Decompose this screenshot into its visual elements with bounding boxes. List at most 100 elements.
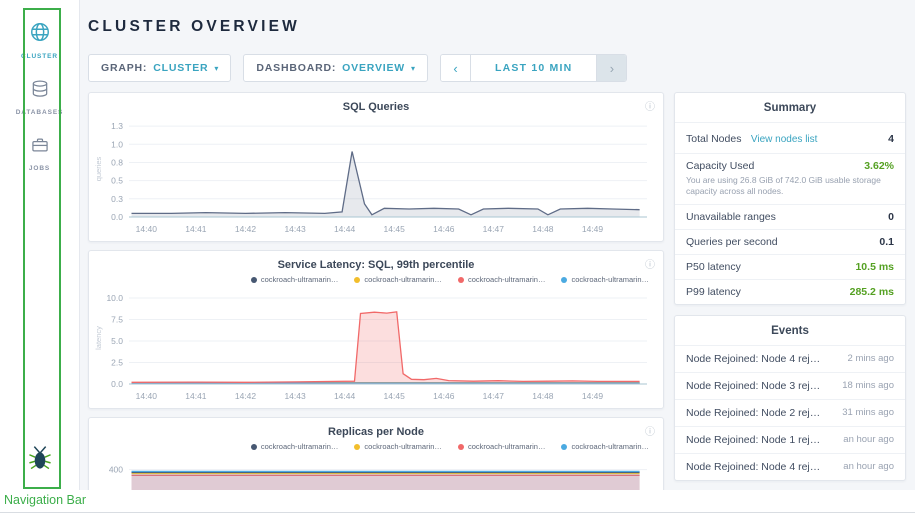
svg-text:14:46: 14:46 — [433, 391, 455, 401]
svg-text:latency: latency — [94, 326, 103, 350]
svg-text:1.3: 1.3 — [111, 121, 123, 131]
svg-text:14:44: 14:44 — [334, 391, 356, 401]
info-icon[interactable]: ⓘ — [645, 98, 655, 113]
chart-legend: cockroach-ultramarin… cockroach-ultramar… — [89, 271, 663, 284]
summary-value: 3.62% — [864, 160, 894, 172]
summary-label: Total Nodes — [686, 133, 741, 145]
svg-text:0.3: 0.3 — [111, 194, 123, 204]
event-text: Node Rejoined: Node 4 rej… — [686, 461, 820, 473]
legend-label: cockroach-ultramarin… — [364, 442, 442, 451]
svg-text:14:49: 14:49 — [582, 224, 604, 234]
event-time: an hour ago — [843, 461, 894, 472]
main-content: CLUSTER OVERVIEW GRAPH: CLUSTER ▾ DASHBO… — [80, 0, 915, 490]
events-title: Events — [675, 316, 905, 346]
legend-dot — [561, 277, 567, 283]
svg-text:0.0: 0.0 — [111, 379, 123, 389]
legend-dot — [354, 444, 360, 450]
events-panel: Events Node Rejoined: Node 4 rej… 2 mins… — [674, 315, 906, 481]
graph-dropdown-label: GRAPH: — [101, 62, 147, 74]
sidebar-item-databases[interactable]: DATABASES — [0, 70, 79, 126]
chart-title: Replicas per Node — [89, 418, 663, 438]
svg-text:14:40: 14:40 — [136, 391, 158, 401]
legend-label: cockroach-ultramarin… — [364, 275, 442, 284]
summary-row-p50-latency: P50 latency 10.5 ms — [675, 255, 905, 280]
event-time: 31 mins ago — [842, 407, 894, 418]
summary-label: Capacity Used — [686, 160, 754, 172]
sql-queries-chart: 0.00.30.50.81.01.314:4014:4114:4214:4314… — [93, 115, 659, 237]
legend-label: cockroach-ultramarin… — [571, 275, 649, 284]
summary-title: Summary — [675, 93, 905, 123]
legend-item[interactable]: cockroach-ultramarin… — [561, 275, 649, 284]
svg-text:14:43: 14:43 — [284, 391, 306, 401]
event-time: an hour ago — [843, 434, 894, 445]
legend-dot — [458, 444, 464, 450]
summary-value: 4 — [888, 133, 894, 145]
svg-text:14:44: 14:44 — [334, 224, 356, 234]
svg-text:14:47: 14:47 — [483, 391, 505, 401]
right-column: Summary Total Nodes View nodes list 4 Ca… — [674, 92, 906, 481]
legend-dot — [458, 277, 464, 283]
time-range-next-button[interactable]: › — [596, 55, 626, 81]
graph-dropdown[interactable]: GRAPH: CLUSTER ▾ — [88, 54, 231, 82]
svg-text:queries: queries — [94, 156, 103, 181]
legend-label: cockroach-ultramarin… — [468, 275, 546, 284]
legend-item[interactable]: cockroach-ultramarin… — [251, 275, 339, 284]
svg-text:14:42: 14:42 — [235, 224, 257, 234]
svg-text:5.0: 5.0 — [111, 336, 123, 346]
legend-item[interactable]: cockroach-ultramarin… — [561, 442, 649, 451]
legend-label: cockroach-ultramarin… — [468, 442, 546, 451]
sidebar-item-jobs[interactable]: JOBS — [0, 126, 79, 182]
cluster-globe-icon — [29, 21, 51, 48]
dashboard-dropdown-value: OVERVIEW — [342, 62, 405, 74]
svg-text:14:43: 14:43 — [284, 224, 306, 234]
svg-text:14:45: 14:45 — [384, 224, 406, 234]
view-nodes-list-link[interactable]: View nodes list — [751, 134, 818, 145]
legend-label: cockroach-ultramarin… — [261, 442, 339, 451]
svg-text:14:49: 14:49 — [582, 391, 604, 401]
event-row: Node Rejoined: Node 4 rej… 2 mins ago — [675, 346, 905, 373]
summary-label: Queries per second — [686, 236, 778, 248]
time-range-prev-button[interactable]: ‹ — [441, 55, 471, 81]
event-time: 18 mins ago — [842, 380, 894, 391]
legend-label: cockroach-ultramarin… — [571, 442, 649, 451]
legend-item[interactable]: cockroach-ultramarin… — [251, 442, 339, 451]
chart-card-sql-queries: SQL Queries ⓘ 0.00.30.50.81.01.314:4014:… — [88, 92, 664, 242]
legend-item[interactable]: cockroach-ultramarin… — [458, 275, 546, 284]
chart-legend: cockroach-ultramarin… cockroach-ultramar… — [89, 438, 663, 451]
summary-row-p99-latency: P99 latency 285.2 ms — [675, 280, 905, 304]
svg-text:10.0: 10.0 — [106, 293, 123, 303]
info-icon[interactable]: ⓘ — [645, 423, 655, 438]
svg-text:400: 400 — [109, 465, 123, 475]
summary-label: Unavailable ranges — [686, 211, 776, 223]
dashboard-dropdown-label: DASHBOARD: — [256, 62, 336, 74]
legend-label: cockroach-ultramarin… — [261, 275, 339, 284]
cockroachdb-logo[interactable] — [27, 445, 53, 476]
service-latency-chart: 0.02.55.07.510.014:4014:4114:4214:4314:4… — [93, 286, 659, 404]
chevron-down-icon: ▾ — [214, 64, 218, 73]
time-range-label[interactable]: LAST 10 MIN — [471, 55, 596, 81]
sidebar-item-label: JOBS — [29, 165, 50, 172]
app-window: CLUSTER DATABASES JOBS — [0, 0, 915, 517]
svg-text:1.0: 1.0 — [111, 139, 123, 149]
legend-item[interactable]: cockroach-ultramarin… — [354, 442, 442, 451]
legend-dot — [561, 444, 567, 450]
svg-text:14:46: 14:46 — [433, 224, 455, 234]
legend-item[interactable]: cockroach-ultramarin… — [354, 275, 442, 284]
sidebar-item-cluster[interactable]: CLUSTER — [0, 12, 79, 70]
navigation-bar: CLUSTER DATABASES JOBS — [0, 0, 80, 490]
svg-text:14:41: 14:41 — [185, 224, 207, 234]
summary-value: 0.1 — [879, 236, 894, 248]
event-row: Node Rejoined: Node 1 rej… an hour ago — [675, 427, 905, 454]
summary-row-queries-per-second: Queries per second 0.1 — [675, 230, 905, 255]
summary-row-total-nodes: Total Nodes View nodes list 4 — [675, 123, 905, 154]
dashboard-dropdown[interactable]: DASHBOARD: OVERVIEW ▾ — [243, 54, 428, 82]
svg-text:14:45: 14:45 — [384, 391, 406, 401]
svg-text:14:42: 14:42 — [235, 391, 257, 401]
svg-text:0.8: 0.8 — [111, 158, 123, 168]
svg-text:0.0: 0.0 — [111, 212, 123, 222]
svg-text:14:41: 14:41 — [185, 391, 207, 401]
charts-column: SQL Queries ⓘ 0.00.30.50.81.01.314:4014:… — [88, 92, 664, 490]
legend-item[interactable]: cockroach-ultramarin… — [458, 442, 546, 451]
summary-value: 285.2 ms — [850, 286, 894, 298]
info-icon[interactable]: ⓘ — [645, 256, 655, 271]
